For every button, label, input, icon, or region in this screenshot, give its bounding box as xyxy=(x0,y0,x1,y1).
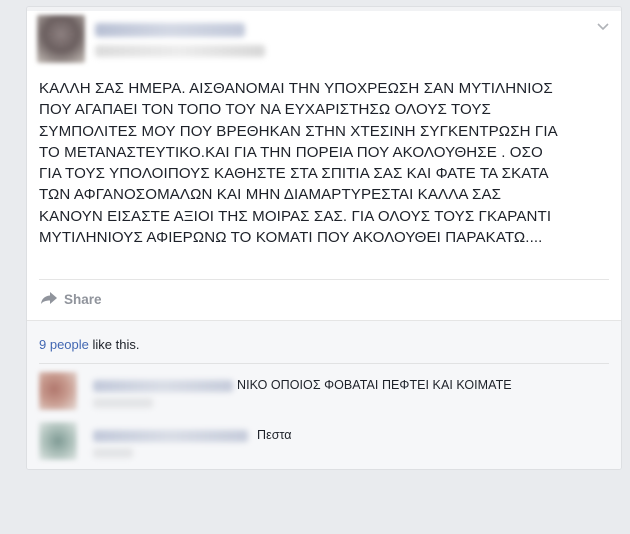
post-card: ΚΑΛΛΗ ΣΑΣ ΗΜΕΡΑ. ΑΙΣΘΑΝΟΜΑΙ ΤΗΝ ΥΠΟΧΡΕΩΣ… xyxy=(26,6,622,470)
comment-text: ΝΙΚΟ ΟΠΟΙΟΣ ΦΟΒΑΤΑΙ ΠΕΦΤΕΙ ΚΑΙ ΚΟΙΜΑΤΕ xyxy=(237,378,512,392)
commenter-avatar-blurred[interactable] xyxy=(39,372,77,410)
divider xyxy=(39,363,609,364)
comments-section: 9 people like this. ΝΙΚΟ ΟΠΟΙΟΣ ΦΟΒΑΤΑΙ … xyxy=(27,320,621,469)
comment-text: Πεστα xyxy=(257,428,292,442)
likes-count-link[interactable]: 9 people xyxy=(39,337,89,352)
comment-item: ΝΙΚΟ ΟΠΟΙΟΣ ΦΟΒΑΤΑΙ ΠΕΦΤΕΙ ΚΑΙ ΚΟΙΜΑΤΕ xyxy=(39,372,609,416)
share-label: Share xyxy=(64,291,102,307)
post-body-text: ΚΑΛΛΗ ΣΑΣ ΗΜΕΡΑ. ΑΙΣΘΑΝΟΜΑΙ ΤΗΝ ΥΠΟΧΡΕΩΣ… xyxy=(39,80,558,247)
share-button[interactable]: Share xyxy=(40,288,102,310)
post-header xyxy=(37,15,609,75)
comment-meta-blurred xyxy=(93,448,133,458)
card-top-strip xyxy=(27,7,621,11)
post-timestamp-blurred xyxy=(95,45,265,57)
share-arrow-icon xyxy=(40,291,58,308)
chevron-down-icon[interactable] xyxy=(593,17,613,37)
likes-summary: 9 people like this. xyxy=(39,337,139,352)
comment-meta-blurred xyxy=(93,398,153,408)
divider xyxy=(39,279,609,280)
commenter-name-blurred[interactable] xyxy=(93,380,233,392)
comment-item: Πεστα xyxy=(39,422,609,466)
likes-suffix: like this. xyxy=(88,337,140,352)
commenter-avatar-blurred[interactable] xyxy=(39,422,77,460)
author-avatar-blurred[interactable] xyxy=(37,15,85,63)
author-name-blurred[interactable] xyxy=(95,23,245,37)
commenter-name-blurred[interactable] xyxy=(93,430,248,442)
